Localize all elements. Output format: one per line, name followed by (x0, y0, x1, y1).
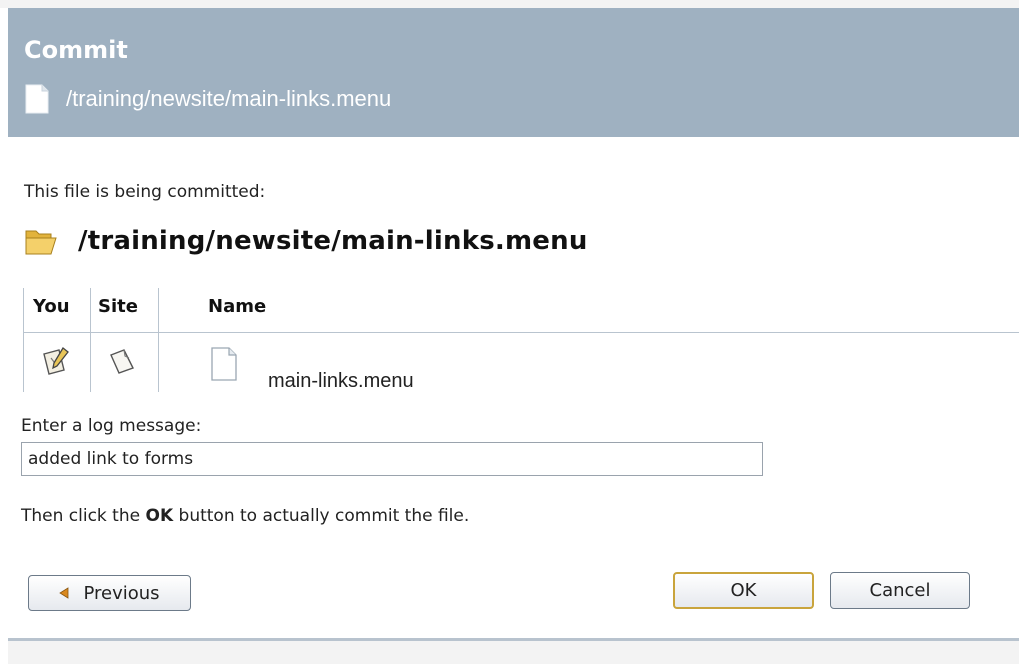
document-icon (209, 346, 239, 382)
instructions-text: Then click the OK button to actually com… (21, 506, 469, 526)
document-icon (24, 84, 50, 114)
file-name[interactable]: main-links.menu (268, 370, 414, 393)
open-folder-icon (24, 226, 58, 256)
file-table: You Site Name main-links.menu (23, 288, 1019, 392)
ok-button[interactable]: OK (673, 572, 814, 609)
instructions-before: Then click the (21, 506, 146, 526)
column-header-name: Name (208, 296, 267, 317)
header-panel: Commit /training/newsite/main-links.menu (8, 8, 1019, 137)
intro-text: This file is being committed: (24, 182, 266, 202)
file-icon[interactable] (107, 346, 137, 376)
path-row: /training/newsite/main-links.menu (24, 226, 588, 256)
table-column-separator (90, 288, 91, 392)
arrow-left-icon (59, 587, 69, 599)
footer-strip (8, 641, 1019, 664)
column-header-site: Site (98, 296, 138, 317)
page-title: Commit (24, 36, 128, 64)
header-row-divider (23, 332, 1019, 333)
previous-button[interactable]: Previous (28, 575, 191, 611)
cancel-button[interactable]: Cancel (830, 572, 970, 609)
commit-dialog: Commit /training/newsite/main-links.menu… (0, 0, 1019, 664)
path-heading: /training/newsite/main-links.menu (78, 226, 588, 256)
edited-file-icon[interactable] (41, 346, 71, 376)
instructions-after: button to actually commit the file. (173, 506, 470, 526)
ok-button-label: OK (730, 580, 757, 601)
header-path-row: /training/newsite/main-links.menu (24, 84, 391, 114)
log-message-input[interactable] (21, 442, 763, 476)
instructions-emphasis: OK (145, 506, 174, 526)
log-message-label: Enter a log message: (21, 416, 202, 436)
previous-button-label: Previous (83, 582, 160, 604)
cancel-button-label: Cancel (869, 580, 931, 601)
top-strip (0, 0, 1019, 8)
table-column-separator (158, 288, 159, 392)
header-path: /training/newsite/main-links.menu (66, 86, 392, 111)
table-border-left (23, 288, 24, 392)
column-header-you: You (33, 296, 70, 317)
